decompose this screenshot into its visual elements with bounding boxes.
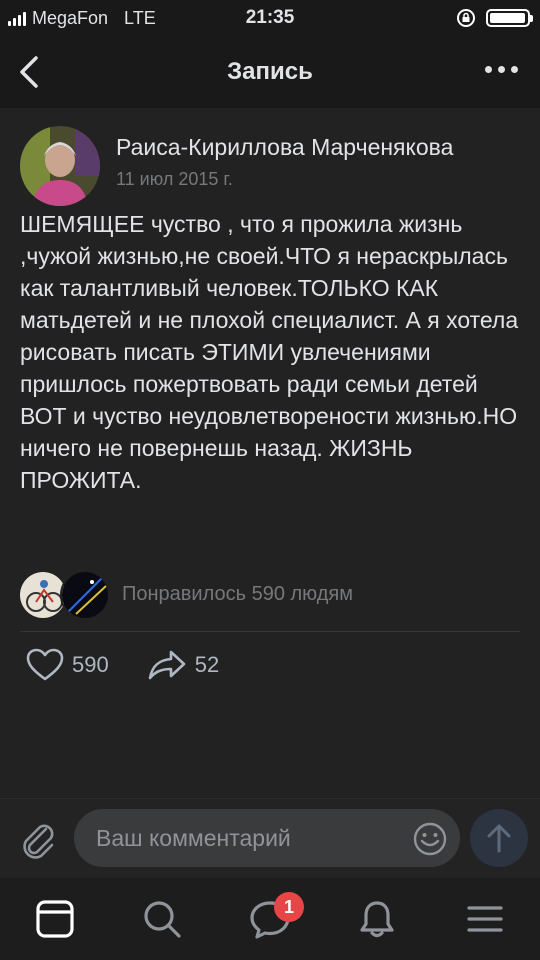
status-bar: MegaFon LTE 21:35	[0, 0, 540, 36]
attach-icon[interactable]	[18, 817, 58, 861]
send-button[interactable]	[470, 809, 528, 867]
share-icon	[148, 650, 186, 680]
comment-composer: Ваш комментарий	[0, 798, 540, 879]
like-button[interactable]: 590	[26, 648, 109, 682]
share-button[interactable]: 52	[147, 649, 219, 681]
menu-tab-icon[interactable]	[464, 898, 506, 940]
search-tab-icon[interactable]	[141, 898, 183, 940]
share-count: 52	[194, 652, 220, 677]
messages-badge: 1	[274, 892, 304, 922]
author-name[interactable]: Раиса-Кириллова Марченякова	[116, 134, 453, 161]
tab-bar: 1	[0, 878, 540, 960]
post-date: 11 июл 2015 г.	[116, 169, 233, 189]
news-tab-icon[interactable]	[34, 898, 76, 940]
comment-placeholder: Ваш комментарий	[96, 825, 291, 851]
comment-input[interactable]: Ваш комментарий	[74, 809, 460, 867]
likes-summary[interactable]: Понравилось 590 людям	[122, 583, 353, 606]
post-text: ШЕМЯЩЕЕ чуство , что я прожила жизнь ,чу…	[20, 211, 519, 493]
avatar[interactable]	[20, 126, 100, 206]
more-options-icon[interactable]	[485, 66, 518, 73]
post-author: Раиса-Кириллова Марченякова 11 июл 2015 …	[20, 126, 453, 206]
like-count: 590	[72, 652, 109, 677]
emoji-icon[interactable]	[412, 821, 448, 857]
post-actions: 590 52	[26, 648, 257, 682]
nav-bar: Запись	[0, 36, 540, 109]
divider	[20, 631, 520, 632]
rotation-lock-icon	[457, 9, 475, 27]
battery-icon	[486, 9, 533, 27]
liker-avatar	[60, 570, 110, 620]
notifications-tab-icon[interactable]	[356, 898, 398, 940]
arrow-up-icon	[487, 824, 511, 853]
heart-icon	[26, 648, 64, 681]
page-title: Запись	[227, 58, 313, 85]
post-card: Раиса-Кириллова Марченякова 11 июл 2015 …	[0, 108, 540, 798]
